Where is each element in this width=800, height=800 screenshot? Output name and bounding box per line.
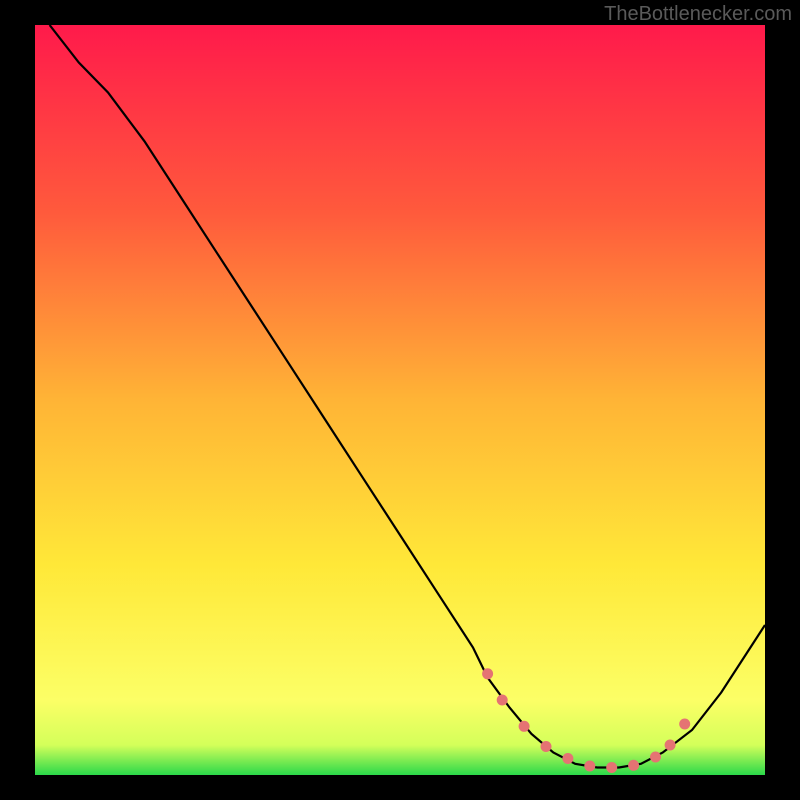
- highlight-dot: [497, 695, 508, 706]
- highlight-dot: [541, 741, 552, 752]
- highlight-dot: [679, 719, 690, 730]
- highlight-dot: [562, 753, 573, 764]
- highlight-dot: [519, 721, 530, 732]
- chart-plot-area: [35, 25, 765, 775]
- highlight-dot: [606, 762, 617, 773]
- chart-svg: [35, 25, 765, 775]
- watermark-label: TheBottlenecker.com: [604, 3, 792, 26]
- highlight-dot: [628, 760, 639, 771]
- highlight-dot: [482, 668, 493, 679]
- highlight-dot: [665, 740, 676, 751]
- gradient-background: [35, 25, 765, 775]
- highlight-dot: [584, 761, 595, 772]
- highlight-dot: [650, 752, 661, 763]
